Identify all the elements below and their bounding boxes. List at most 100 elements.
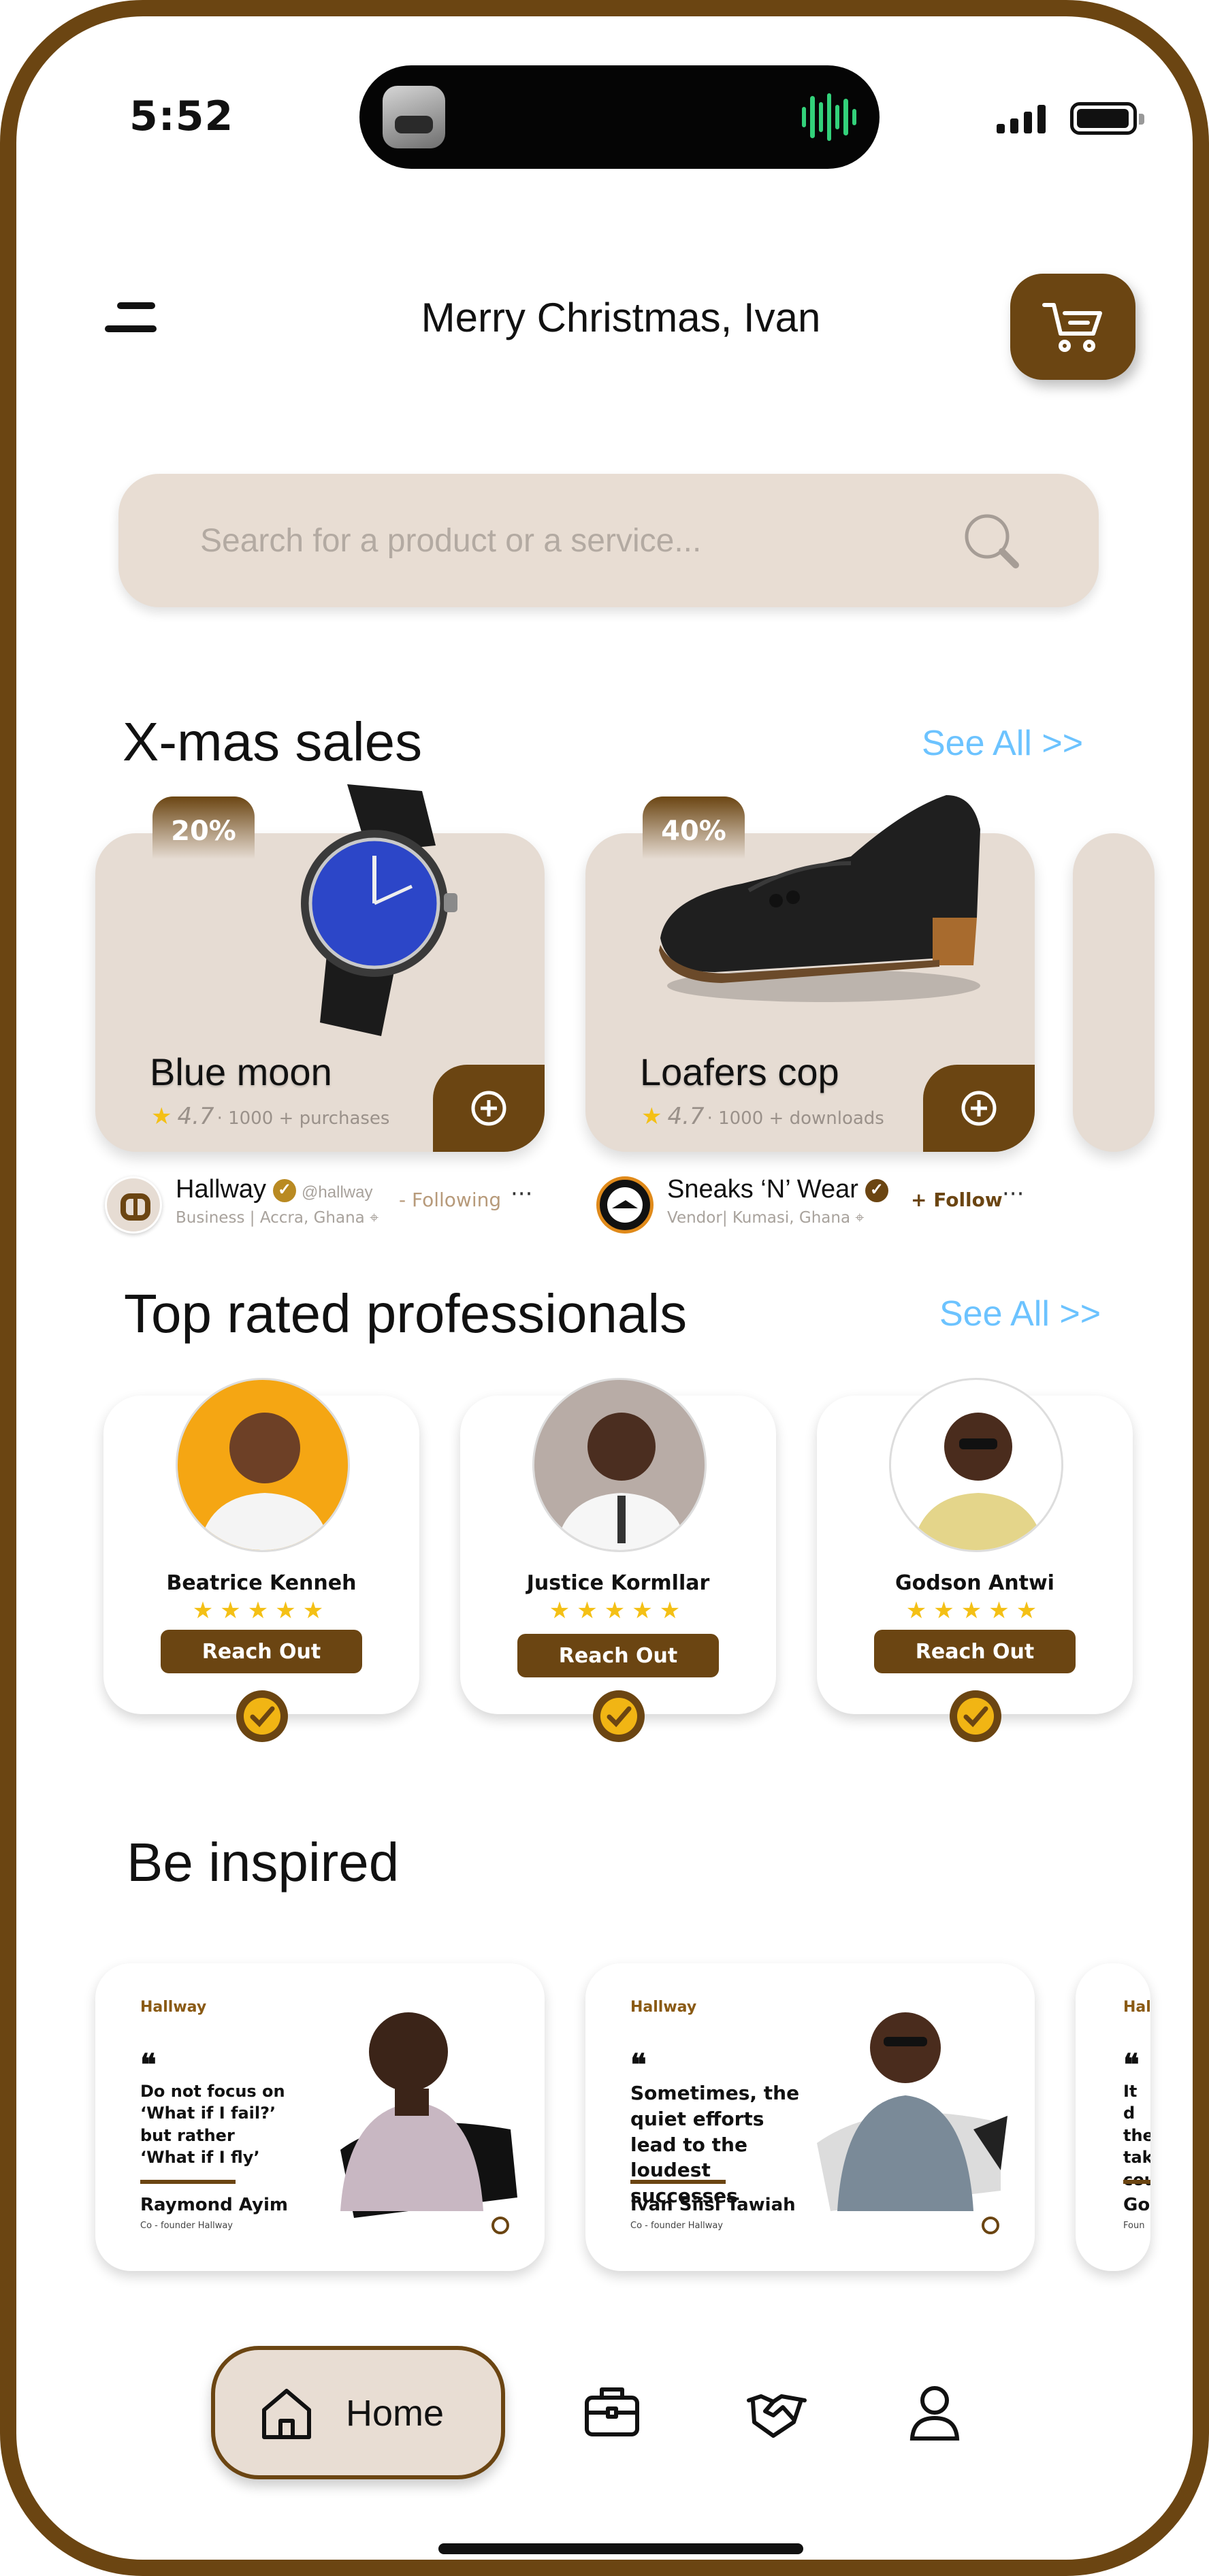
discount-badge: 20% [152,796,255,865]
reach-out-button[interactable]: Reach Out [161,1630,362,1673]
professional-card[interactable]: Justice Kormllar ★★★★★ Reach Out [460,1378,776,1742]
card-brand: Hal [1123,1999,1150,2016]
sales-section-title: X-mas sales [123,711,423,772]
handshake-icon[interactable] [746,2381,807,2443]
inspiration-card-partial[interactable]: Hal ❝ It d the tak cou Go Foun [1076,1963,1150,2271]
add-to-cart-button[interactable] [433,1065,545,1152]
professional-card[interactable]: Beatrice Kenneh ★★★★★ Reach Out [103,1378,419,1742]
briefcase-icon[interactable] [581,2381,643,2443]
verified-icon [865,1178,888,1202]
professionals-see-all-link[interactable]: See All >> [939,1293,1101,1334]
quote-text: It d the tak cou [1123,2082,1150,2189]
cellular-signal-icon [997,103,1046,133]
product-image-loafer [659,795,980,1002]
product-card-loafers-cop[interactable]: 40% Loafers cop ★ 4.7 · 1000 + downloads [585,795,1035,1152]
vendor-row-sneaks-n-wear[interactable]: Sneaks ‘N’ Wear Vendor| Kumasi, Ghana ⌖ … [596,1174,1032,1235]
card-brand: Hallway [140,1999,207,2016]
author-role: Co - founder Hallway [140,2221,233,2231]
professional-name: Godson Antwi [895,1571,1054,1595]
home-indicator[interactable] [438,2543,803,2554]
vendor-avatar [596,1176,654,1234]
quote-author: Ivan Siisi Tawiah [630,2195,796,2215]
sales-see-all-link[interactable]: See All >> [922,723,1083,764]
vendor-name-text: Sneaks ‘N’ Wear [667,1175,858,1204]
quote-author: Go [1123,2195,1150,2215]
sneaker-logo-icon [607,1187,643,1223]
status-time: 5:52 [129,93,234,140]
dynamic-island[interactable] [359,65,880,169]
star-icon: ★ [641,1103,662,1130]
vendor-avatar [105,1176,162,1234]
vendor-row-hallway[interactable]: Hallway @hallway Business | Accra, Ghana … [105,1174,541,1235]
home-icon [262,2389,311,2439]
location-pin-icon: ⌖ [370,1209,379,1227]
audio-waveform-icon [802,91,856,143]
more-options-icon[interactable]: ··· [511,1180,532,1208]
divider [1123,2180,1150,2184]
inspire-section-title: Be inspired [127,1832,400,1893]
author-photo [340,2012,517,2218]
professional-avatar [176,1378,350,1552]
vendor-name: Hallway @hallway [176,1175,372,1204]
product-meta: ★ 4.7 · 1000 + purchases [151,1103,390,1130]
cart-button[interactable] [1010,274,1135,380]
reach-out-button[interactable]: Reach Out [874,1630,1076,1673]
professional-name: Justice Kormllar [526,1571,710,1595]
rating-stars: ★★★★★ [549,1597,688,1624]
cart-icon [1042,303,1102,352]
vendor-location: Accra, Ghana [259,1209,365,1227]
star-icon: ★ [151,1103,172,1130]
product-card-partial[interactable] [1073,833,1155,1152]
search-bar[interactable] [118,474,1099,607]
quote-icon: ❝ [1123,2048,1140,2082]
quote-author: Raymond Ayim [140,2195,288,2215]
professional-name: Beatrice Kenneh [166,1571,357,1595]
search-input[interactable] [200,508,949,573]
author-role: Foun [1123,2221,1145,2231]
phone-frame: 5:52 Merry Christmas, Ivan X-mas sales S… [0,0,1209,2576]
vendor-type: Vendor [667,1209,722,1227]
product-card-blue-moon[interactable]: 20% Blue moon ★ 4.7 · 1000 + purchases [95,784,545,1152]
nav-home-tab[interactable]: Home [211,2346,505,2479]
reach-out-button[interactable]: Reach Out [517,1634,719,1677]
divider [140,2180,236,2184]
product-stat: 1000 + downloads [718,1108,884,1129]
vendor-handle: @hallway [302,1183,373,1202]
verified-seal-icon [950,1690,1001,1742]
divider [630,2180,726,2184]
search-icon[interactable] [961,511,1022,572]
vendor-name: Sneaks ‘N’ Wear [667,1175,888,1204]
plus-circle-icon [961,1091,997,1126]
professional-card[interactable]: Godson Antwi ★★★★★ Reach Out [817,1378,1133,1742]
hallway-logo-icon [491,2217,509,2234]
rating-stars: ★★★★★ [905,1597,1044,1624]
product-stat: 1000 + purchases [228,1108,390,1129]
author-photo [817,2012,1007,2211]
battery-icon [1070,102,1144,135]
more-options-icon[interactable]: ··· [1002,1180,1024,1208]
vendor-subtitle: Business | Accra, Ghana ⌖ [176,1209,379,1227]
inspiration-card[interactable]: Hallway ❝ Sometimes, the quiet efforts l… [585,1963,1035,2271]
follow-button[interactable]: + Follow [911,1189,1003,1211]
user-icon[interactable] [904,2381,965,2443]
verified-seal-icon [236,1690,288,1742]
card-brand: Hallway [630,1999,697,2016]
menu-icon[interactable] [105,302,157,335]
product-name: Blue moon [150,1050,332,1093]
nav-home-label: Home [346,2393,445,2434]
add-to-cart-button[interactable] [923,1065,1035,1152]
following-button[interactable]: - Following [399,1189,501,1211]
professional-avatar [889,1378,1063,1552]
professionals-section-title: Top rated professionals [124,1283,688,1344]
location-pin-icon: ⌖ [855,1209,865,1227]
product-rating: 4.7 [667,1103,705,1130]
inspiration-card[interactable]: Hallway ❝ Do not focus on ‘What if I fai… [95,1963,545,2271]
author-role: Co - founder Hallway [630,2221,723,2231]
quote-icon: ❝ [630,2048,647,2082]
vendor-subtitle: Vendor| Kumasi, Ghana ⌖ [667,1209,865,1227]
plus-circle-icon [471,1091,506,1126]
hallway-logo-icon [982,2217,999,2234]
now-playing-artwork [383,86,445,148]
quote-text: Do not focus on ‘What if I fail?’ but ra… [140,2082,285,2168]
vendor-name-text: Hallway [176,1175,267,1204]
